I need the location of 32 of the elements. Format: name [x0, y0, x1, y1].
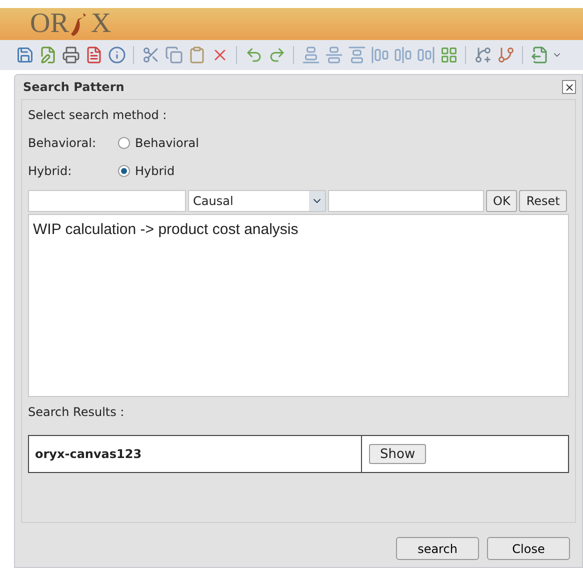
dialog-title: Search Pattern	[22, 79, 124, 96]
logo-text: X	[90, 10, 112, 38]
radio-option[interactable]: Hybrid	[118, 162, 175, 180]
reset-button[interactable]: Reset	[519, 190, 567, 212]
show-button[interactable]: Show	[369, 444, 426, 464]
align-center-icon[interactable]	[392, 44, 413, 66]
radio-option[interactable]: Behavioral	[118, 134, 199, 152]
print-icon[interactable]	[60, 44, 81, 66]
relation-dropdown[interactable]: Causal	[188, 190, 326, 212]
info-icon[interactable]	[106, 44, 127, 66]
pattern-text-area[interactable]: WIP calculation -> product cost analysis	[28, 214, 569, 397]
table-cell: oryx-canvas123	[29, 436, 362, 472]
logo-text: OR	[30, 10, 69, 38]
export-icon[interactable]	[529, 44, 550, 66]
field-label: Behavioral:	[28, 135, 98, 152]
dialog-button[interactable]: Close	[487, 537, 570, 560]
close-button[interactable]	[562, 80, 576, 94]
dialog-button[interactable]: search	[396, 537, 479, 560]
align-right-icon[interactable]	[415, 44, 436, 66]
align-bottom-icon[interactable]	[300, 44, 321, 66]
close-icon	[564, 82, 574, 92]
align-top-icon[interactable]	[346, 44, 367, 66]
input-field[interactable]	[28, 190, 186, 212]
pattern-text: WIP calculation -> product cost analysis	[33, 221, 298, 238]
align-middle-icon[interactable]	[323, 44, 344, 66]
section-label: Search Results :	[28, 404, 126, 421]
ok-button[interactable]: OK	[486, 190, 518, 212]
field-label: Hybrid:	[28, 163, 73, 180]
input-field[interactable]	[328, 190, 484, 212]
copy-icon[interactable]	[163, 44, 184, 66]
section-label: Select search method :	[28, 107, 168, 124]
align-left-icon[interactable]	[369, 44, 390, 66]
